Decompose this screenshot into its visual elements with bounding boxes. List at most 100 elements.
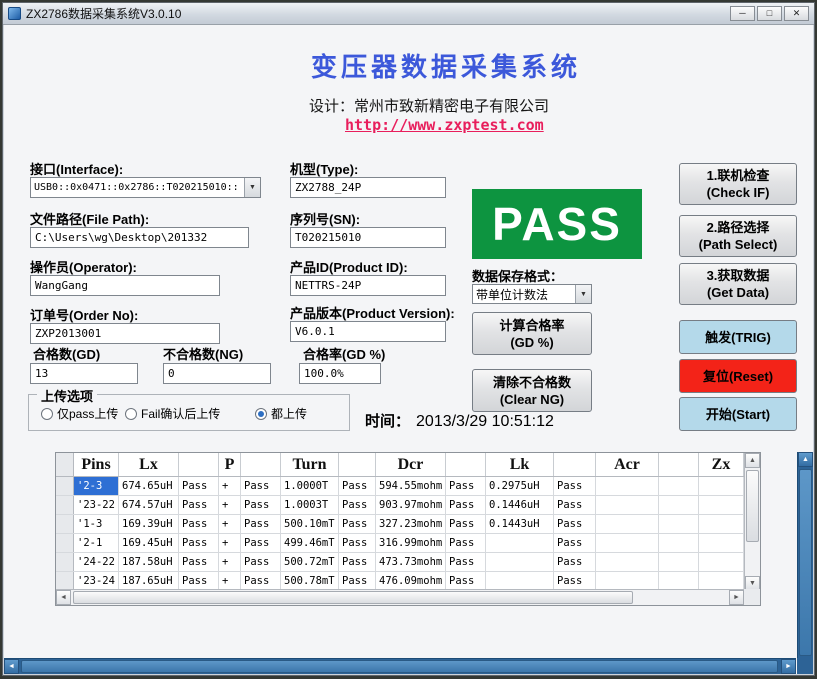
table-cell[interactable]	[659, 553, 699, 571]
path-select-button[interactable]: 2.路径选择 (Path Select)	[679, 215, 797, 257]
table-cell[interactable]: Pass	[554, 496, 596, 514]
row-header[interactable]	[56, 496, 74, 514]
file-path-input[interactable]	[30, 227, 249, 248]
table-cell[interactable]: Pass	[339, 553, 376, 571]
table-cell[interactable]: '2-1	[74, 534, 119, 552]
table-cell[interactable]	[486, 572, 554, 590]
table-cell[interactable]	[659, 572, 699, 590]
table-cell[interactable]: 169.39uH	[119, 515, 179, 533]
grid-header-Acr[interactable]: Acr	[596, 453, 659, 476]
scroll-left-button[interactable]: ◄	[4, 659, 19, 674]
grid-header-col10[interactable]	[554, 453, 596, 476]
chevron-down-icon[interactable]: ▼	[575, 285, 591, 303]
table-cell[interactable]: +	[219, 515, 241, 533]
scroll-up-button[interactable]: ▲	[798, 452, 813, 467]
table-cell[interactable]: '2-3	[74, 477, 119, 495]
table-cell[interactable]: Pass	[339, 515, 376, 533]
order-no-input[interactable]	[30, 323, 220, 344]
radio-option-fail-confirm[interactable]: Fail确认后上传	[125, 405, 220, 422]
table-cell[interactable]: Pass	[446, 572, 486, 590]
scroll-right-button[interactable]: ►	[781, 659, 796, 674]
grid-corner[interactable]	[56, 453, 74, 476]
table-cell[interactable]: 187.65uH	[119, 572, 179, 590]
table-cell[interactable]: 499.46mT	[281, 534, 339, 552]
table-cell[interactable]: 187.58uH	[119, 553, 179, 571]
table-cell[interactable]: Pass	[179, 553, 219, 571]
table-cell[interactable]: +	[219, 534, 241, 552]
table-cell[interactable]: 500.10mT	[281, 515, 339, 533]
radio-option-upload-all[interactable]: 都上传	[255, 405, 307, 422]
grid-vertical-scrollbar[interactable]: ▲ ▼	[744, 453, 760, 591]
table-cell[interactable]: 473.73mohm	[376, 553, 446, 571]
grid-header-Zx[interactable]: Zx	[699, 453, 744, 476]
table-cell[interactable]	[699, 477, 744, 495]
grid-header-Turn[interactable]: Turn	[281, 453, 339, 476]
table-cell[interactable]: 316.99mohm	[376, 534, 446, 552]
grid-header-col2[interactable]	[179, 453, 219, 476]
table-cell[interactable]: '1-3	[74, 515, 119, 533]
table-cell[interactable]: Pass	[179, 515, 219, 533]
check-if-button[interactable]: 1.联机检查 (Check IF)	[679, 163, 797, 205]
row-header[interactable]	[56, 553, 74, 571]
table-cell[interactable]: '24-22	[74, 553, 119, 571]
table-cell[interactable]	[486, 553, 554, 571]
table-cell[interactable]: '23-24	[74, 572, 119, 590]
trigger-button[interactable]: 触发(TRIG)	[679, 320, 797, 354]
grid-horizontal-scrollbar[interactable]: ◄ ►	[56, 589, 744, 605]
table-cell[interactable]: 1.0003T	[281, 496, 339, 514]
table-cell[interactable]	[486, 534, 554, 552]
table-cell[interactable]: 327.23mohm	[376, 515, 446, 533]
website-link[interactable]: http://www.zxptest.com	[345, 116, 544, 134]
table-cell[interactable]: 500.78mT	[281, 572, 339, 590]
table-cell[interactable]: 0.2975uH	[486, 477, 554, 495]
scrollbar-thumb[interactable]	[746, 470, 759, 542]
type-input[interactable]	[290, 177, 446, 198]
table-cell[interactable]	[596, 496, 659, 514]
table-cell[interactable]: Pass	[339, 572, 376, 590]
table-cell[interactable]: Pass	[241, 515, 281, 533]
grid-header-P[interactable]: P	[219, 453, 241, 476]
table-cell[interactable]: Pass	[179, 477, 219, 495]
start-button[interactable]: 开始(Start)	[679, 397, 797, 431]
table-cell[interactable]: +	[219, 553, 241, 571]
scrollbar-thumb[interactable]	[73, 591, 633, 604]
grid-header-col6[interactable]	[339, 453, 376, 476]
table-cell[interactable]: Pass	[339, 496, 376, 514]
table-cell[interactable]	[596, 515, 659, 533]
table-cell[interactable]: 903.97mohm	[376, 496, 446, 514]
table-cell[interactable]	[596, 477, 659, 495]
table-cell[interactable]	[659, 496, 699, 514]
interface-combobox[interactable]: USB0::0x0471::0x2786::T020215010:: ▼	[30, 177, 261, 198]
table-cell[interactable]: 1.0000T	[281, 477, 339, 495]
table-cell[interactable]: Pass	[179, 572, 219, 590]
grid-header-Lx[interactable]: Lx	[119, 453, 179, 476]
table-cell[interactable]: Pass	[554, 477, 596, 495]
table-cell[interactable]	[699, 534, 744, 552]
grid-header-Dcr[interactable]: Dcr	[376, 453, 446, 476]
maximize-button[interactable]: □	[757, 6, 782, 21]
grid-header-col12[interactable]	[659, 453, 699, 476]
table-cell[interactable]	[699, 553, 744, 571]
get-data-button[interactable]: 3.获取数据 (Get Data)	[679, 263, 797, 305]
window-horizontal-scrollbar[interactable]: ◄ ►	[4, 658, 796, 674]
table-cell[interactable]: +	[219, 477, 241, 495]
operator-input[interactable]	[30, 275, 220, 296]
table-cell[interactable]	[596, 572, 659, 590]
table-cell[interactable]: +	[219, 572, 241, 590]
table-cell[interactable]: Pass	[446, 534, 486, 552]
row-header[interactable]	[56, 572, 74, 590]
table-cell[interactable]: 0.1446uH	[486, 496, 554, 514]
table-cell[interactable]	[699, 496, 744, 514]
table-cell[interactable]: Pass	[241, 477, 281, 495]
table-cell[interactable]	[699, 515, 744, 533]
table-cell[interactable]: Pass	[179, 496, 219, 514]
product-id-input[interactable]	[290, 275, 446, 296]
grid-header-Pins[interactable]: Pins	[74, 453, 119, 476]
table-cell[interactable]	[659, 477, 699, 495]
table-cell[interactable]	[596, 553, 659, 571]
product-version-input[interactable]	[290, 321, 446, 342]
table-cell[interactable]: Pass	[446, 477, 486, 495]
table-cell[interactable]: 594.55mohm	[376, 477, 446, 495]
table-cell[interactable]: 674.65uH	[119, 477, 179, 495]
table-cell[interactable]	[659, 534, 699, 552]
